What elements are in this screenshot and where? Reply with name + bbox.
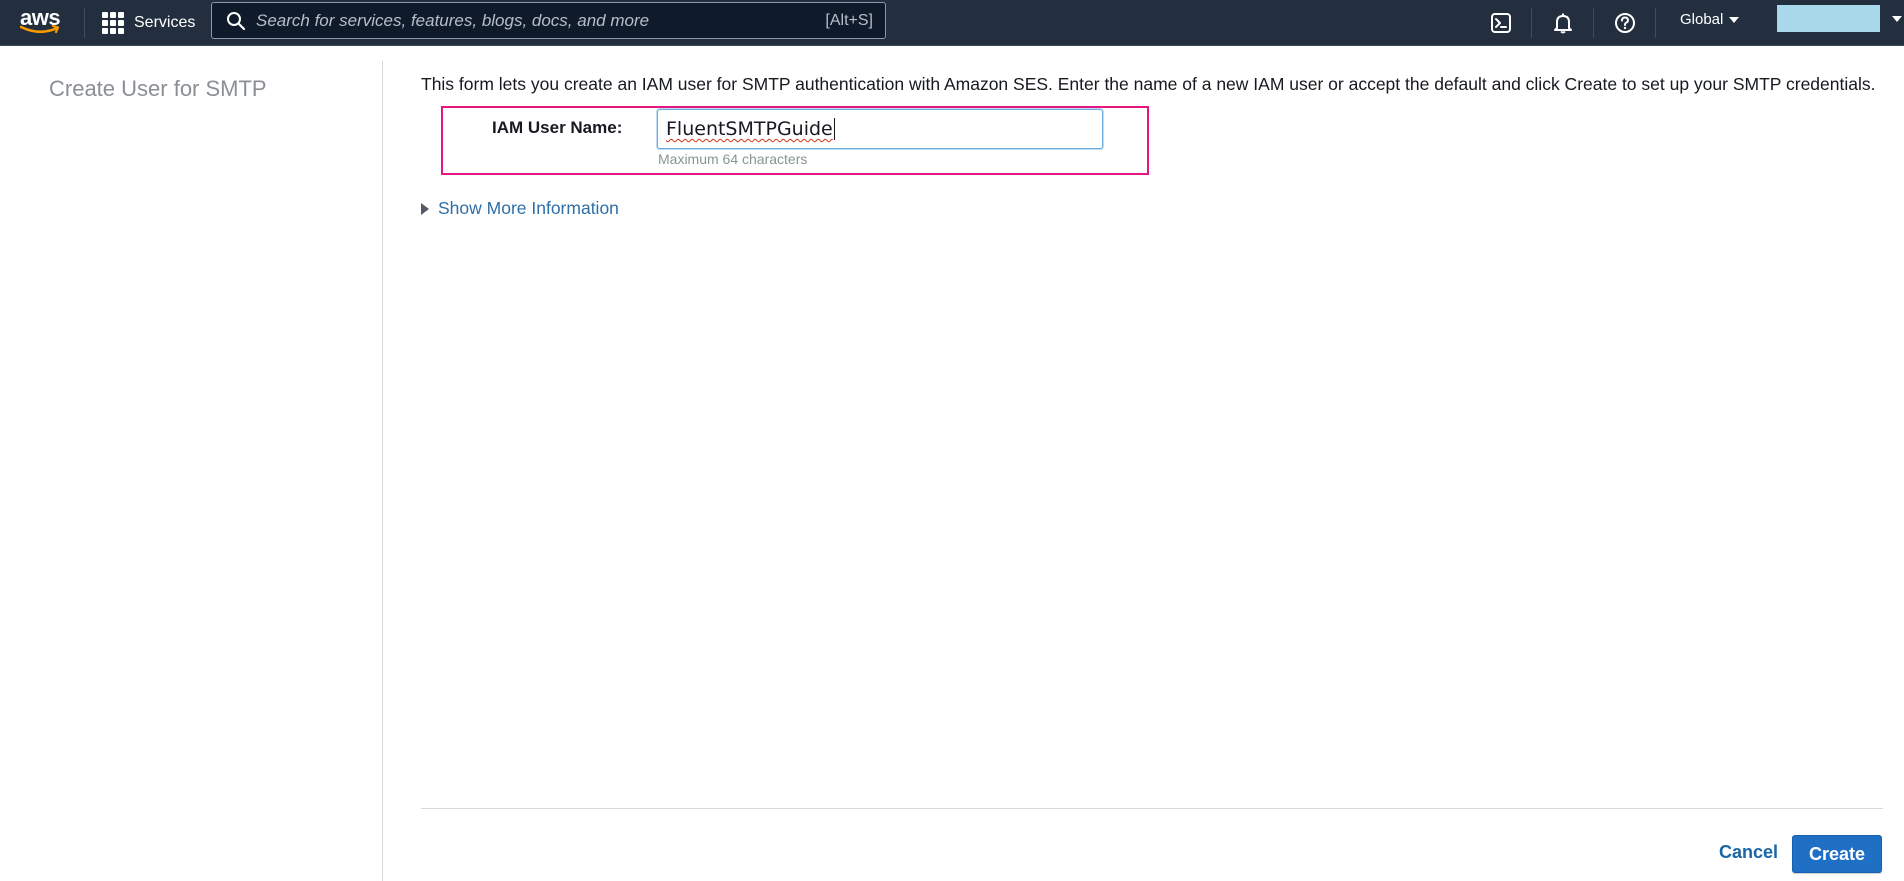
help-icon [1615, 13, 1635, 33]
form-intro-text: This form lets you create an IAM user fo… [421, 74, 1876, 94]
search-shortcut-hint: [Alt+S] [825, 11, 873, 29]
nav-divider [1655, 8, 1656, 38]
iam-user-name-input[interactable]: FluentSMTPGuide [657, 109, 1103, 149]
notifications-bell-icon [1554, 13, 1572, 34]
show-more-information-toggle[interactable]: Show More Information [421, 198, 619, 219]
cloudshell-icon [1491, 13, 1511, 33]
nav-divider [84, 8, 85, 38]
help-button[interactable] [1610, 8, 1640, 38]
aws-logo[interactable]: aws [20, 5, 62, 39]
app-grid-icon [102, 12, 124, 34]
aws-smile-icon [20, 25, 60, 34]
panel-divider [382, 61, 383, 881]
page-title: Create User for SMTP [49, 76, 267, 101]
nav-divider [1593, 8, 1594, 38]
chevron-down-icon [1729, 16, 1740, 23]
field-hint: Maximum 64 characters [658, 151, 808, 167]
search-input[interactable] [256, 10, 826, 31]
cloudshell-button[interactable] [1486, 8, 1516, 38]
services-label: Services [134, 14, 196, 31]
search-bar[interactable]: [Alt+S] [211, 2, 886, 39]
region-label: Global [1680, 11, 1724, 28]
notifications-button[interactable] [1548, 8, 1578, 38]
account-menu-button[interactable] [1777, 5, 1880, 32]
cancel-button[interactable]: Cancel [1719, 842, 1778, 863]
caret-right-icon [421, 202, 429, 215]
account-chevron-down-icon[interactable] [1892, 16, 1902, 22]
nav-divider [1531, 8, 1532, 38]
search-icon [227, 11, 246, 30]
show-more-label: Show More Information [438, 198, 619, 218]
footer-divider [421, 808, 1883, 809]
services-menu-button[interactable]: Services [102, 9, 195, 37]
iam-user-name-label: IAM User Name: [492, 118, 623, 137]
iam-user-name-value: FluentSMTPGuide [666, 118, 833, 140]
create-button[interactable]: Create [1792, 835, 1882, 873]
text-cursor [833, 118, 835, 140]
region-selector[interactable]: Global [1680, 11, 1740, 28]
top-navigation-bar: aws Services [Alt+S] [0, 0, 1904, 46]
